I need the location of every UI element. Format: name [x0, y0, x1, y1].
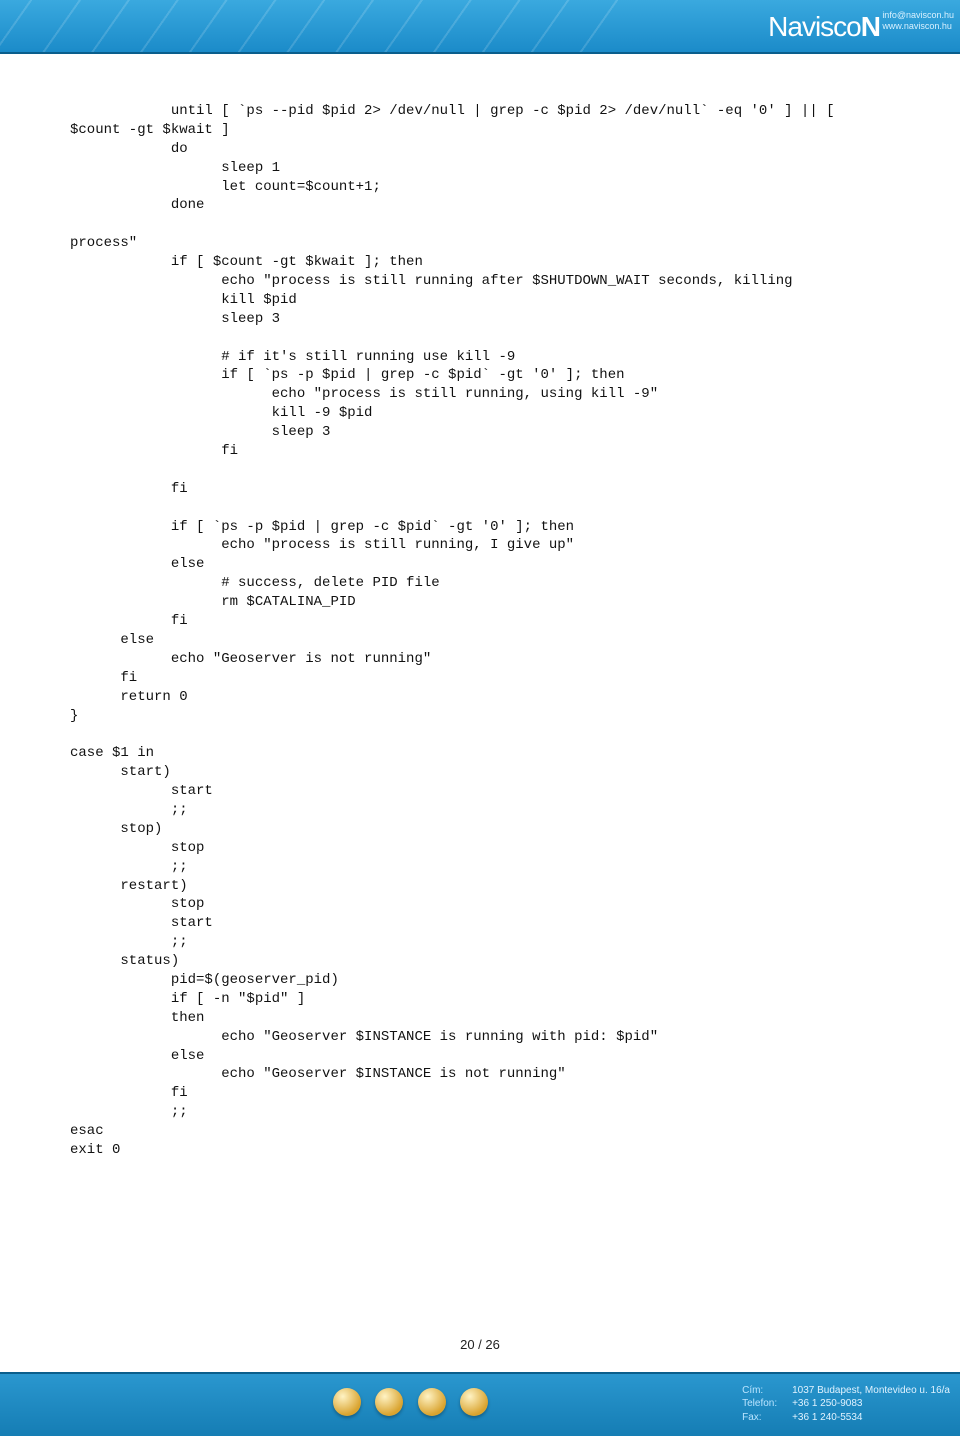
addr-label: Cím:: [742, 1384, 792, 1398]
coin-icon: [418, 1388, 446, 1416]
tel-value: +36 1 250-9083: [792, 1398, 862, 1409]
coin-icon: [375, 1388, 403, 1416]
footer-coins-decor: [330, 1388, 491, 1423]
addr-value: 1037 Budapest, Montevideo u. 16/a: [792, 1385, 950, 1396]
coin-icon: [333, 1388, 361, 1416]
brand-text-main: Navisco: [768, 11, 861, 42]
footer-address-block: Cím:1037 Budapest, Montevideo u. 16/a Te…: [742, 1384, 950, 1425]
fax-label: Fax:: [742, 1411, 792, 1425]
header-banner: NaviscoN info@naviscon.hu www.naviscon.h…: [0, 0, 960, 54]
footer-banner: Cím:1037 Budapest, Montevideo u. 16/a Te…: [0, 1372, 960, 1436]
coin-icon: [460, 1388, 488, 1416]
brand-text-accent: N: [861, 11, 880, 42]
code-block: until [ `ps --pid $pid 2> /dev/null | gr…: [0, 68, 960, 1322]
brand-logo: NaviscoN: [768, 8, 880, 46]
tel-label: Telefon:: [742, 1397, 792, 1411]
header-contact: info@naviscon.hu www.naviscon.hu: [882, 10, 954, 32]
page-number: 20 / 26: [0, 1336, 960, 1354]
contact-email: info@naviscon.hu: [882, 10, 954, 21]
header-decor-lines: [0, 0, 620, 52]
fax-value: +36 1 240-5534: [792, 1412, 862, 1423]
contact-web: www.naviscon.hu: [882, 21, 954, 32]
